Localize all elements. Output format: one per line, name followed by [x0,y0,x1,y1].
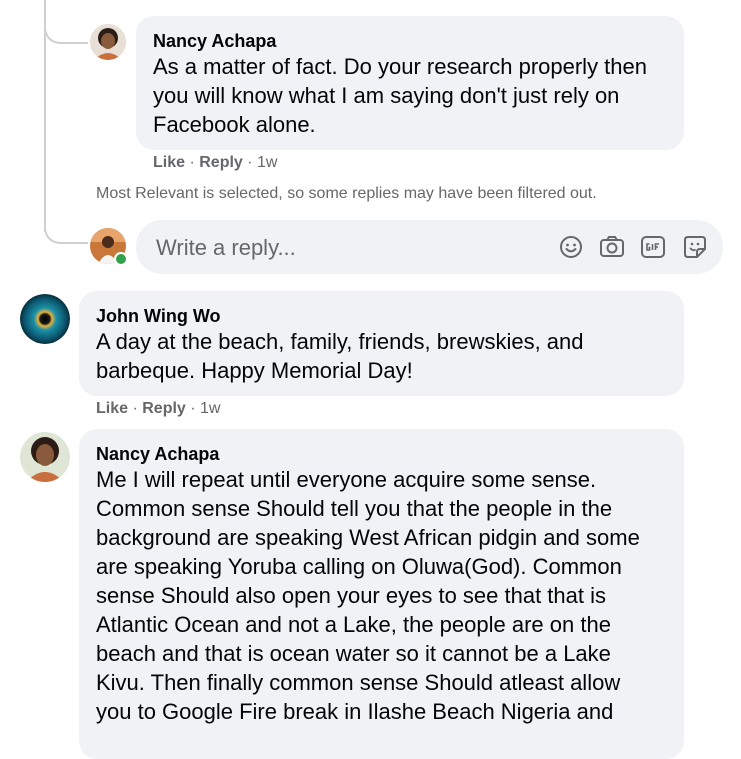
comment-text: A day at the beach, family, friends, bre… [96,329,584,383]
comment-bubble: Nancy Achapa Me I will repeat until ever… [79,429,684,759]
thread-connector-elbow-2 [44,200,88,244]
comment-author[interactable]: John Wing Wo [96,305,667,327]
comment-actions: Like · Reply · 1w [96,400,220,418]
camera-icon[interactable] [599,234,625,260]
reply-link[interactable]: Reply [199,154,243,171]
avatar[interactable] [20,432,70,482]
sticker-icon[interactable] [682,234,708,260]
separator: · [185,400,201,417]
reply-composer [136,220,723,276]
comment-bubble: John Wing Wo A day at the beach, family,… [79,291,684,396]
thread-connector-elbow-1 [44,0,88,44]
separator: · [242,154,258,171]
gif-icon[interactable] [640,234,666,260]
comment-actions: Like · Reply · 1w [153,154,277,172]
comment-author[interactable]: Nancy Achapa [96,443,667,465]
like-link[interactable]: Like [96,400,128,417]
separator: · [128,400,143,417]
online-status-icon [114,252,128,266]
timestamp[interactable]: 1w [200,400,220,417]
reply-input[interactable] [154,220,518,276]
like-link[interactable]: Like [153,154,185,171]
comment-bubble: Nancy Achapa As a matter of fact. Do you… [136,16,684,150]
comment-text: As a matter of fact. Do your research pr… [153,54,648,137]
avatar[interactable] [90,24,126,60]
filter-notice: Most Relevant is selected, so some repli… [96,185,597,202]
emoji-icon[interactable] [558,234,584,260]
comment-text: Me I will repeat until everyone acquire … [96,467,640,724]
avatar[interactable] [20,294,70,344]
comment-author[interactable]: Nancy Achapa [153,30,667,52]
separator: · [185,154,200,171]
timestamp[interactable]: 1w [257,154,277,171]
reply-link[interactable]: Reply [142,400,186,417]
